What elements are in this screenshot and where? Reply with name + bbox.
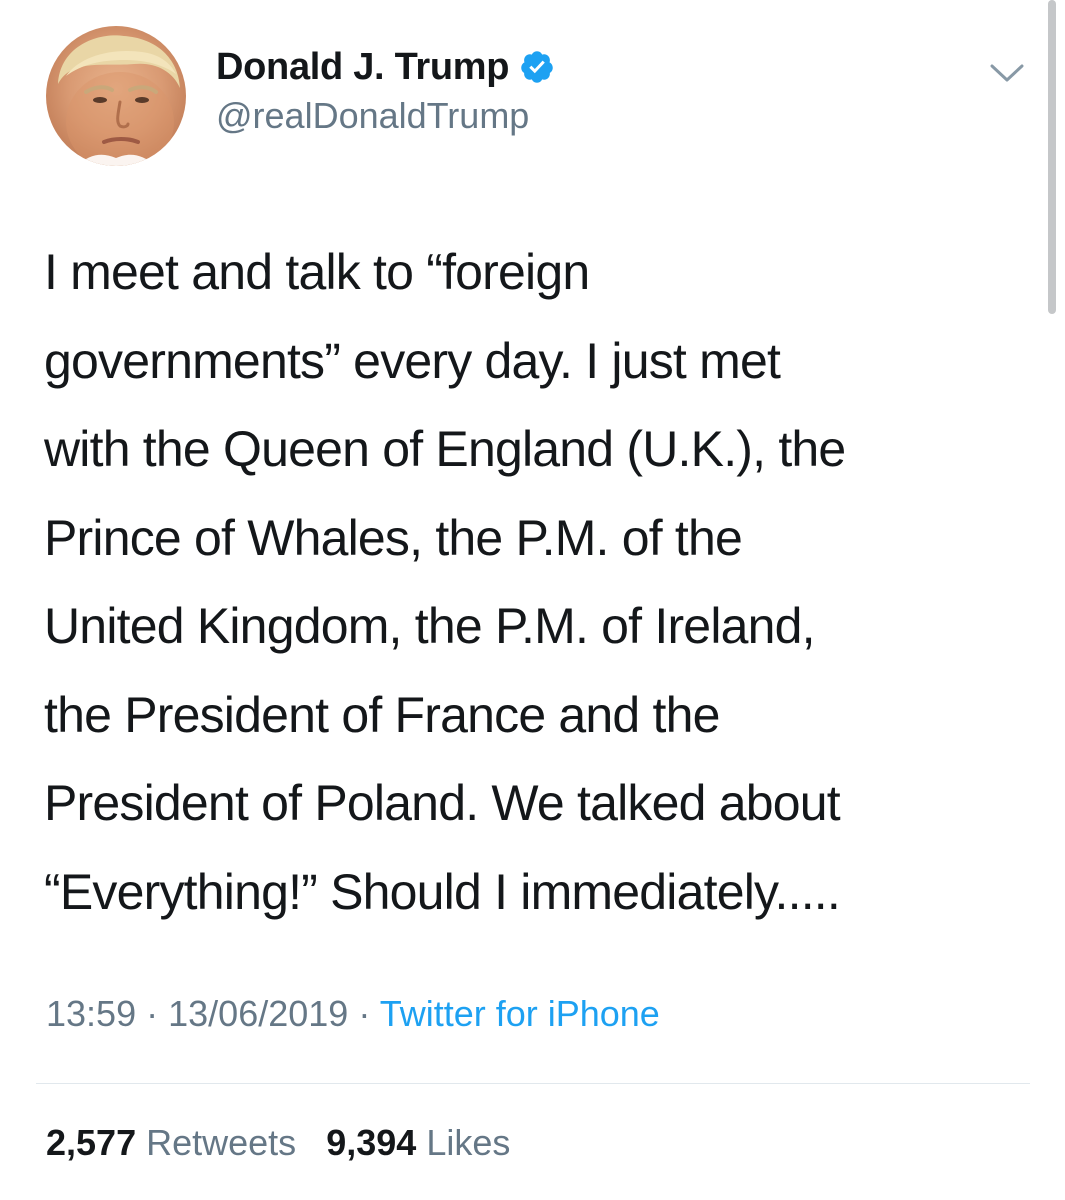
tweet-text-line: “Everything!” Should I immediately..... bbox=[44, 863, 841, 920]
retweets-count: 2,577 bbox=[46, 1122, 137, 1163]
tweet-source-link[interactable]: Twitter for iPhone bbox=[380, 993, 660, 1034]
author-handle[interactable]: @realDonaldTrump bbox=[216, 95, 529, 137]
retweets-label: Retweets bbox=[146, 1122, 297, 1163]
scrollbar[interactable] bbox=[1048, 0, 1056, 314]
author-name-row: Donald J. Trump bbox=[216, 44, 555, 90]
tweet-text-line: Prince of Whales, the P.M. of the bbox=[44, 509, 743, 566]
tweet-time: 13:59 bbox=[46, 993, 137, 1034]
tweet-date: 13/06/2019 bbox=[168, 993, 349, 1034]
tweet-text-line: governments” every day. I just met bbox=[44, 332, 781, 389]
avatar-image bbox=[58, 35, 180, 166]
divider bbox=[36, 1083, 1030, 1084]
display-name[interactable]: Donald J. Trump bbox=[216, 46, 510, 89]
likes-stat[interactable]: 9,394 Likes bbox=[326, 1122, 510, 1163]
tweet-stats: 2,577 Retweets 9,394 Likes bbox=[46, 1122, 510, 1164]
tweet-detail: Donald J. Trump @realDonaldTrump I meet … bbox=[0, 0, 1065, 1200]
tweet-text-line: United Kingdom, the P.M. of Ireland, bbox=[44, 598, 816, 654]
tweet-text: I meet and talk to “foreign governments”… bbox=[44, 228, 1024, 936]
likes-count: 9,394 bbox=[326, 1122, 417, 1163]
chevron-down-icon[interactable] bbox=[988, 58, 1026, 88]
avatar[interactable] bbox=[46, 26, 186, 166]
tweet-text-line: President of Poland. We talked about bbox=[44, 775, 841, 831]
tweet-text-line: I meet and talk to “foreign bbox=[44, 244, 590, 300]
likes-label: Likes bbox=[426, 1122, 511, 1163]
tweet-text-line: with the Queen of England (U.K.), the bbox=[44, 421, 846, 477]
meta-separator: · bbox=[358, 993, 371, 1034]
tweet-meta: 13:59 · 13/06/2019 · Twitter for iPhone bbox=[46, 993, 660, 1035]
meta-separator: · bbox=[146, 993, 159, 1034]
verified-badge-icon bbox=[521, 51, 553, 83]
tweet-text-line: the President of France and the bbox=[44, 686, 720, 743]
retweets-stat[interactable]: 2,577 Retweets bbox=[46, 1122, 306, 1163]
